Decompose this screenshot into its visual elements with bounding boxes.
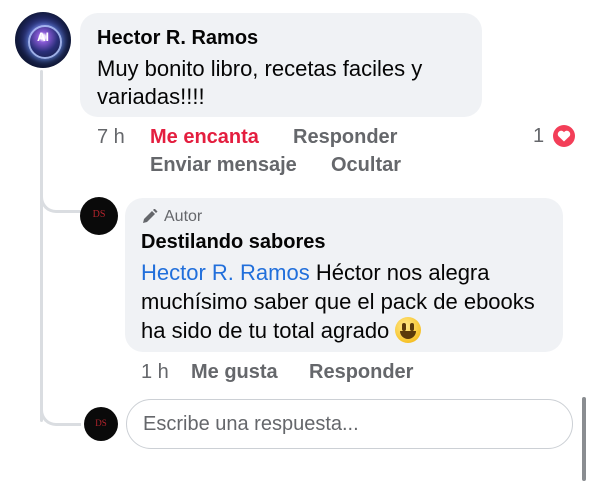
comment-text: Muy bonito libro, recetas faciles y vari… [97, 56, 423, 109]
author-badge: Autor [164, 208, 203, 225]
love-reaction-button[interactable]: Me encanta [150, 126, 259, 149]
avatar[interactable]: AI [15, 12, 71, 68]
comment-bubble: Hector R. Ramos Muy bonito libro, receta… [80, 13, 482, 117]
comment-time[interactable]: 7 h [97, 126, 125, 149]
grinning-face-emoji-icon [395, 317, 422, 343]
scrollbar[interactable] [582, 397, 586, 481]
reply-author[interactable]: Destilando sabores [141, 231, 326, 254]
mention-link[interactable]: Hector R. Ramos [141, 260, 310, 285]
like-button[interactable]: Me gusta [191, 361, 278, 384]
reply-time[interactable]: 1 h [141, 361, 169, 384]
reply-text: Hector R. Ramos Héctor nos alegra muchís… [141, 260, 535, 343]
comment-author[interactable]: Hector R. Ramos [97, 27, 258, 50]
reply-button[interactable]: Responder [293, 126, 397, 149]
reply-bubble: Autor Destilando sabores Hector R. Ramos… [125, 198, 563, 352]
send-message-button[interactable]: Enviar mensaje [150, 154, 297, 177]
pencil-icon [143, 209, 158, 223]
avatar[interactable]: DS [80, 197, 118, 235]
thread-line [40, 70, 43, 422]
reaction-count[interactable]: 1 [533, 125, 544, 149]
reply-button[interactable]: Responder [309, 361, 413, 384]
heart-icon[interactable] [553, 125, 575, 147]
thread-connector [40, 160, 81, 213]
thread-connector [40, 385, 81, 426]
hide-button[interactable]: Ocultar [331, 154, 401, 177]
reply-input[interactable] [126, 399, 573, 449]
avatar: DS [84, 407, 118, 441]
